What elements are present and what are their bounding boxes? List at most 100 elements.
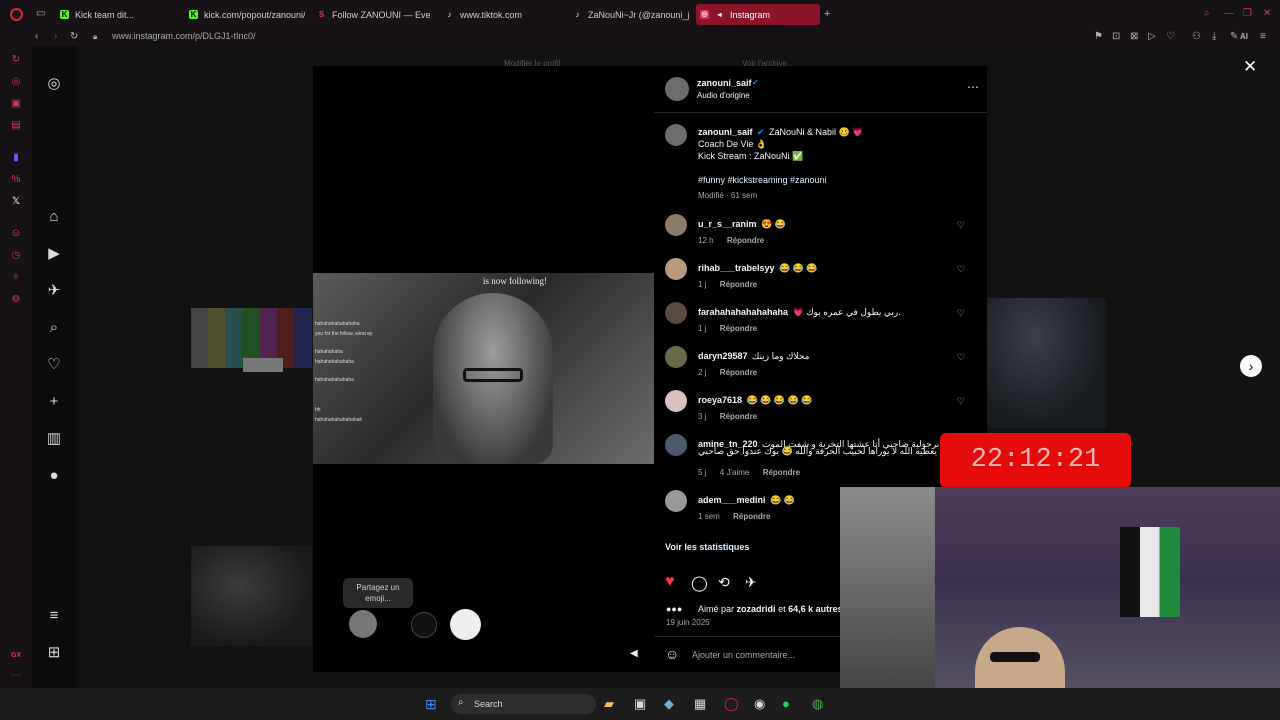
repost-icon[interactable]: ⟲ [718,574,730,591]
extensions-icon[interactable]: ✧ [10,272,22,284]
reply-button[interactable]: Répondre [733,512,770,521]
maximize-icon[interactable]: ❐ [1243,8,1252,20]
dashboard-icon[interactable]: ▥ [45,430,63,448]
heart-icon[interactable]: ♡ [1166,31,1175,43]
back-icon[interactable]: ‹ [35,31,38,43]
close-window-icon[interactable]: ✕ [1263,8,1271,20]
calculator-icon[interactable]: ▦ [694,696,706,712]
new-tab-icon[interactable]: + [824,8,830,20]
volume-icon[interactable]: ◀ [630,648,638,659]
emoji-icon[interactable]: ☺ [665,646,679,662]
like-comment-icon[interactable]: ♡ [957,220,965,231]
liked-by-user[interactable]: zozadridi [737,604,776,614]
more-icon[interactable]: ⋯ [10,670,22,682]
profile-icon[interactable]: ⚇ [1192,31,1201,43]
threads-icon[interactable]: ⊞ [45,644,63,662]
minimize-icon[interactable]: — [1224,8,1234,20]
tab-tiktok[interactable]: ♪ www.tiktok.com [441,4,561,25]
author-avatar[interactable] [665,77,689,101]
instagram-logo-icon[interactable]: ◎ [45,75,63,93]
commenter-avatar[interactable] [665,214,687,236]
opera-gx-icon[interactable]: ◯ [724,696,739,712]
maps-icon[interactable]: ◎ [10,76,22,88]
player-icon[interactable]: ▷ [1148,31,1156,43]
more-menu-icon[interactable]: ≡ [45,607,63,625]
reply-button[interactable]: Répondre [727,236,764,245]
download-icon[interactable]: ⤓ [1212,31,1216,43]
liked-by-count[interactable]: 64,6 k autres [788,604,843,614]
notifications-icon[interactable]: ♡ [45,356,63,374]
twitch-icon[interactable]: ▮ [10,152,22,164]
windows-start-icon[interactable]: ⊞ [425,696,437,713]
messenger-icon[interactable]: ▣ [10,98,22,110]
aria-icon[interactable]: ↻ [10,54,22,66]
tab-kick-team[interactable]: K Kick team dit... [56,4,181,25]
reply-button[interactable]: Répondre [763,468,800,477]
author-username[interactable]: zanouni_saif [697,78,752,88]
messages-icon[interactable]: ✈ [45,282,63,300]
menu-icon[interactable]: ≡ [1260,31,1266,43]
aria-ai-icon[interactable]: ✎ [1230,31,1238,43]
commenter-avatar[interactable] [665,434,687,456]
hashtags[interactable]: #funny #kickstreaming #zanouni [698,174,978,186]
like-comment-icon[interactable]: ♡ [957,264,965,275]
tab-tiktok-profile[interactable]: ♪ ZaNouNi~Jr (@zanouni_jr) [569,4,690,25]
reply-button[interactable]: Répondre [720,324,757,333]
comment-icon[interactable]: ◯ [691,574,708,592]
comment-username[interactable]: daryn29587 [698,351,748,361]
create-icon[interactable]: + [45,393,63,411]
next-post-button[interactable]: › [1240,355,1262,377]
commenter-avatar[interactable] [665,258,687,280]
commenter-avatar[interactable] [665,346,687,368]
commenter-avatar[interactable] [665,490,687,512]
reply-button[interactable]: Répondre [720,412,757,421]
caption-username[interactable]: zanouni_saif [698,127,753,137]
ai-icon[interactable]: AI [1240,31,1248,43]
view-insights-link[interactable]: Voir les statistiques [665,542,749,552]
reload-icon[interactable]: ↻ [70,31,78,43]
reply-button[interactable]: Répondre [720,368,757,377]
reel-video[interactable]: is now following! hahahahahahahaha you f… [313,66,654,672]
gx-icon[interactable]: GX [10,650,22,662]
profile-avatar[interactable]: ● [45,467,63,485]
reels-icon[interactable]: ▶ [45,245,63,263]
history-icon[interactable]: ◷ [10,250,22,262]
share-icon[interactable]: ✈ [745,574,757,591]
home-icon[interactable]: ⌂ [45,208,63,226]
file-explorer-icon[interactable]: ▰ [604,696,614,712]
search-icon[interactable]: ⌕ [45,319,63,337]
like-comment-icon[interactable]: ♡ [957,396,965,407]
forward-icon[interactable]: › [54,31,57,43]
comment-username[interactable]: farahahahahahahaha [698,307,788,317]
comment-username[interactable]: adem___medini [698,495,766,505]
like-comment-icon[interactable]: ♡ [957,308,965,319]
tab-follow-zanouni[interactable]: S Follow ZANOUNI — Every [313,4,431,25]
liked-by[interactable]: ●●● Aimé par zozadridi et 64,6 k autres [666,604,843,614]
opera-logo-icon[interactable] [10,8,23,21]
obs-icon[interactable]: ◉ [754,696,765,712]
like-icon[interactable]: ♥ [665,573,675,591]
like-comment-icon[interactable]: ♡ [957,352,965,363]
comment-username[interactable]: rihab___trabelsyy [698,263,775,273]
copilot-icon[interactable]: ◆ [664,696,674,712]
discord-icon[interactable]: % [10,174,22,186]
settings-icon[interactable]: ⚙ [10,294,22,306]
x-icon[interactable]: 𝕏 [10,196,22,208]
tab-instagram[interactable]: ◎ ◂ Instagram [696,4,820,25]
tab-kick-popout[interactable]: K kick.com/popout/zanouni/ [185,4,305,25]
add-comment-input[interactable]: Ajouter un commentaire... [692,650,795,660]
emoji-prompt[interactable]: Partagez un emoji... [343,578,413,608]
music-icon[interactable]: ⊙ [10,228,22,240]
chrome-icon[interactable]: ◍ [812,696,823,712]
caption-avatar[interactable] [665,124,687,146]
workspaces-icon[interactable]: ▭ [36,8,45,20]
comment-username[interactable]: u_r_s__ranim [698,219,757,229]
audio-label[interactable]: Audio d'origine [697,91,750,100]
commenter-avatar[interactable] [665,390,687,412]
extension-icon[interactable]: ⊠ [1130,31,1138,43]
more-options-icon[interactable]: ⋯ [967,80,979,94]
taskbar-search[interactable]: ⌕ Search [451,694,596,714]
spotify-icon[interactable]: ● [782,696,790,711]
close-icon[interactable]: ✕ [1243,57,1257,77]
url-input[interactable]: www.instagram.com/p/DLGJ1-tInc0/ [112,31,256,41]
